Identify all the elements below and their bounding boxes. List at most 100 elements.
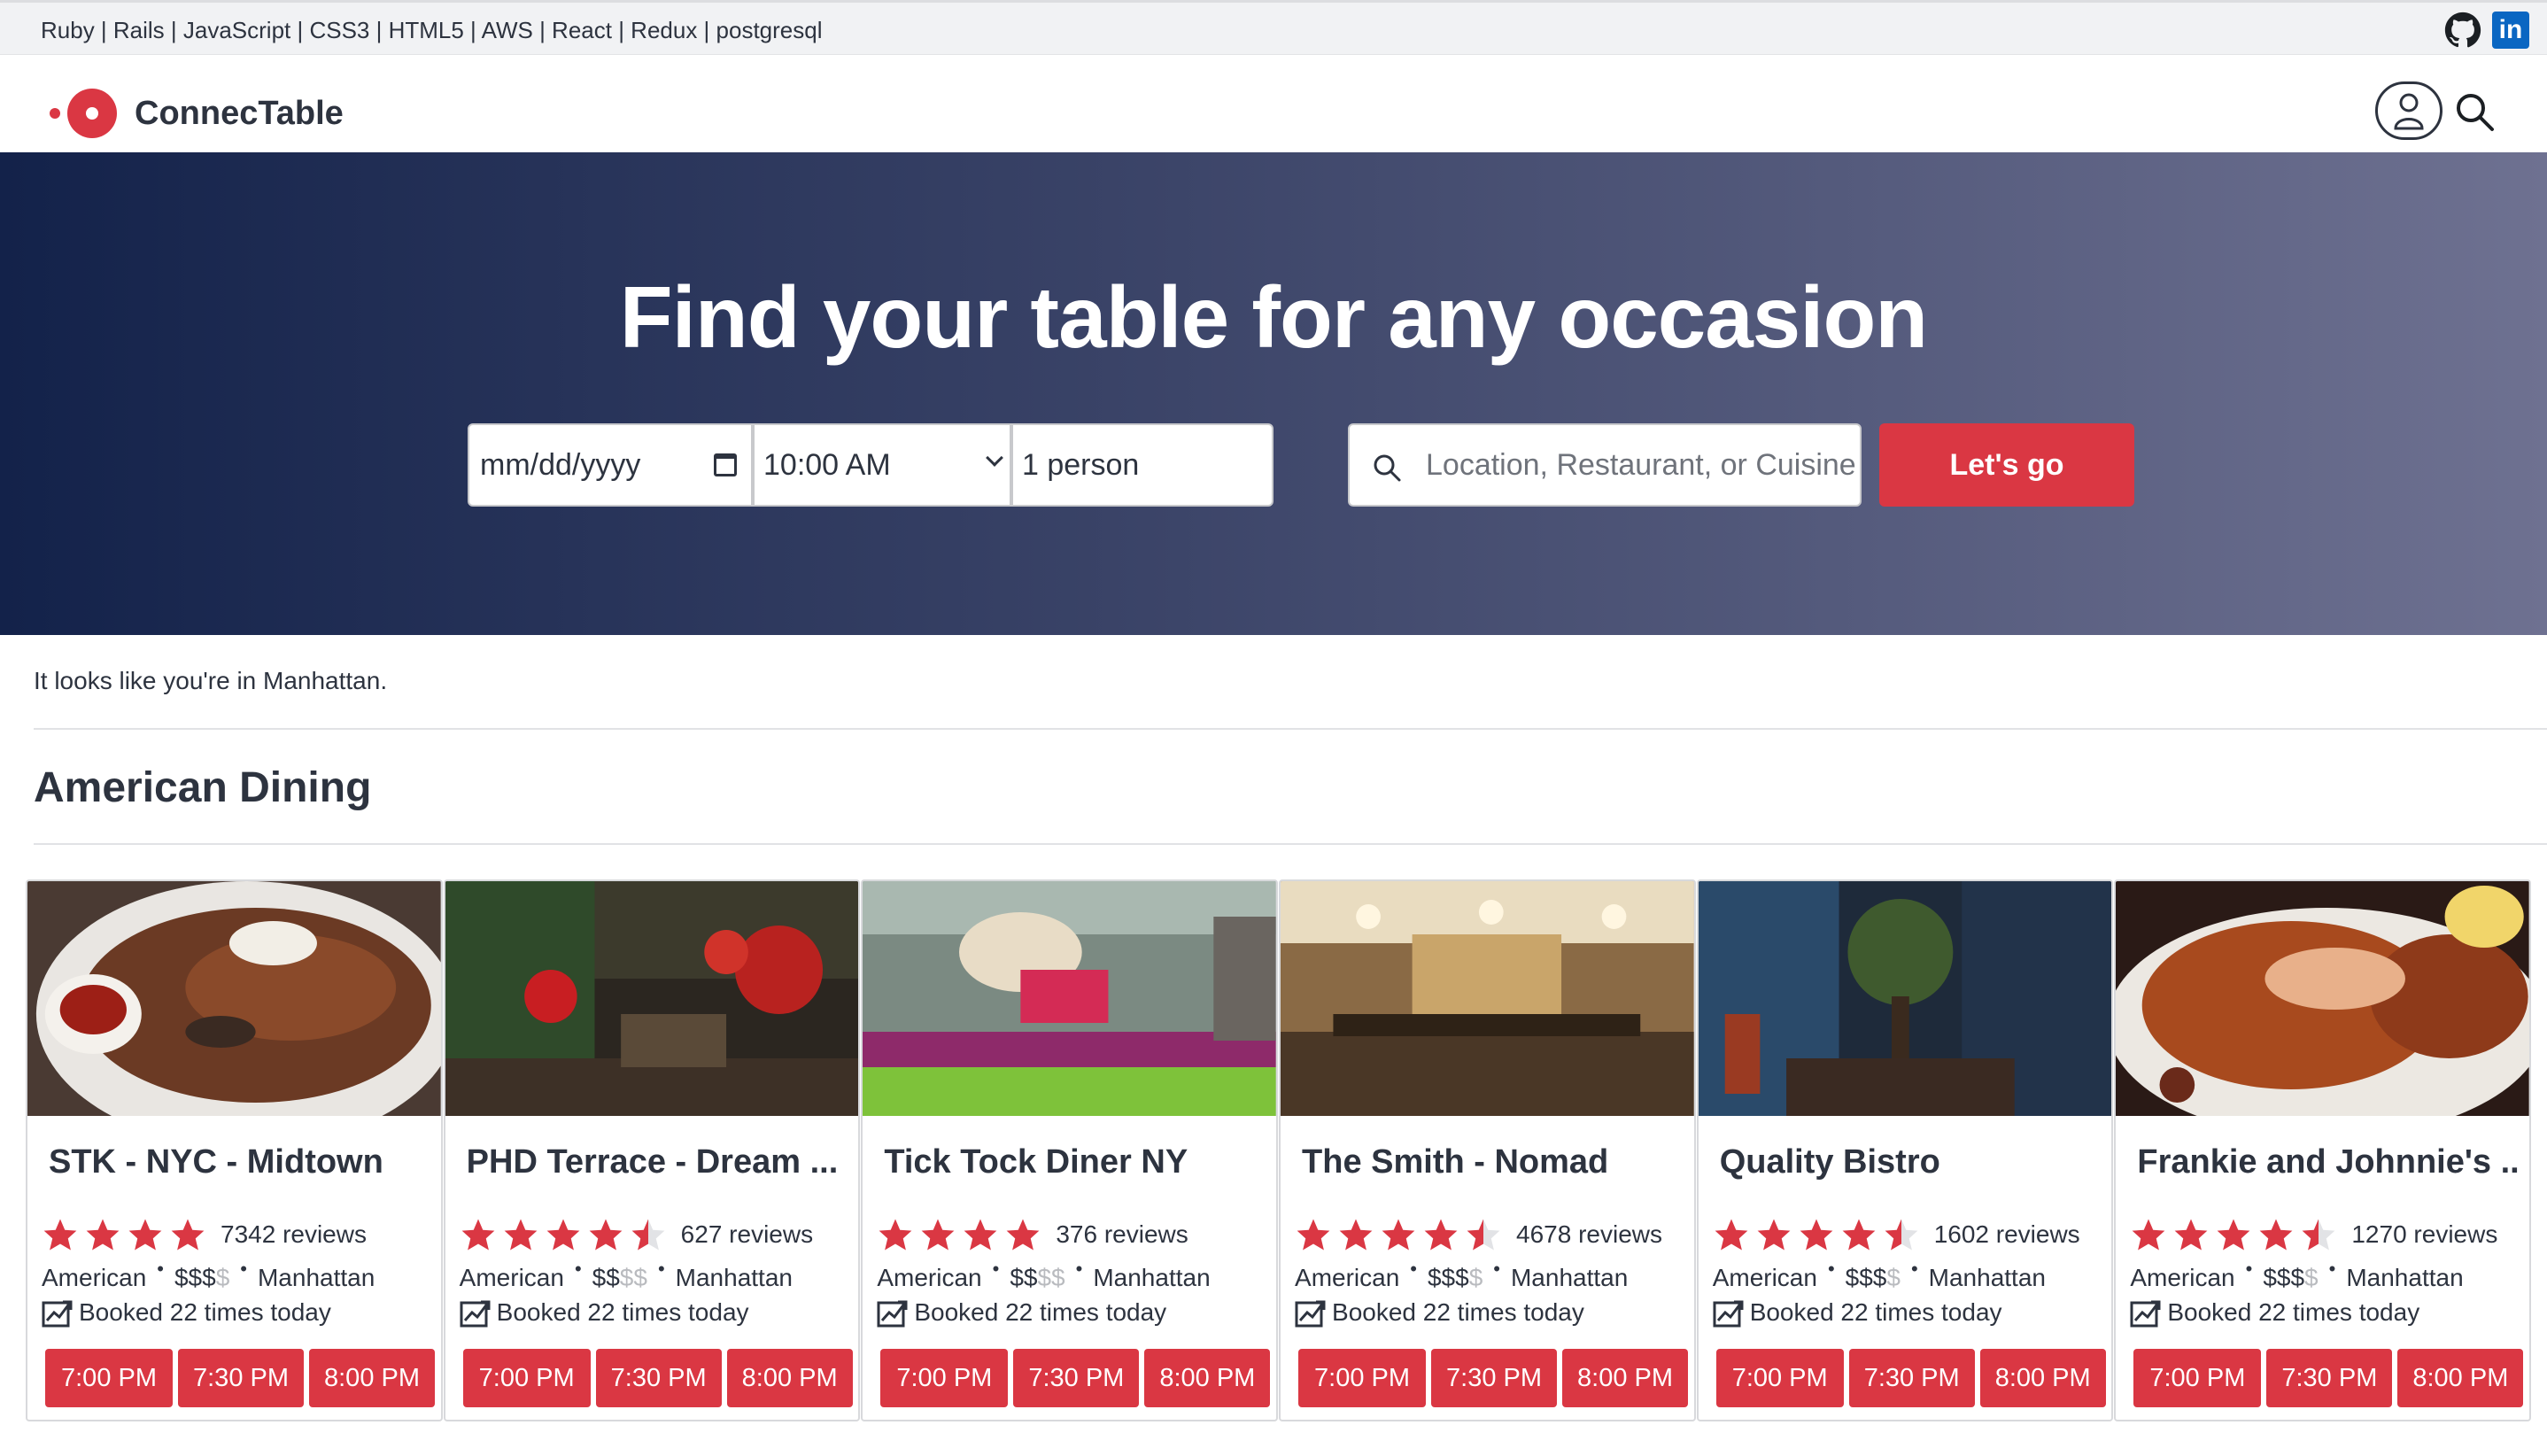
restaurant-card[interactable]: PHD Terrace - Dream ... 627 reviews Amer… [443, 879, 861, 1421]
restaurant-name[interactable]: Frankie and Johnnie's ... [2137, 1143, 2518, 1181]
date-input[interactable]: mm/dd/yyyy [468, 423, 753, 507]
review-count: 1270 reviews [2351, 1220, 2498, 1248]
separator-dot: • [240, 1258, 247, 1280]
separator-dot: • [157, 1258, 164, 1280]
time-slot-button[interactable]: 7:30 PM [2266, 1349, 2393, 1407]
star-rating [42, 1216, 206, 1253]
star-filled-icon [2217, 1219, 2250, 1251]
restaurant-photo[interactable] [27, 881, 441, 1116]
booked-text: Booked 22 times today [914, 1298, 1167, 1326]
star-filled-icon [1297, 1219, 1330, 1251]
restaurant-card[interactable]: Quality Bistro 1602 reviews American • $… [1696, 879, 2114, 1421]
restaurant-name[interactable]: The Smith - Nomad [1302, 1143, 1683, 1181]
star-filled-icon [1339, 1219, 1373, 1251]
time-slot-button[interactable]: 7:30 PM [1848, 1349, 1975, 1407]
separator-dot: • [1827, 1258, 1835, 1280]
price-range: $$$$ [1010, 1264, 1065, 1291]
user-profile-button[interactable] [2375, 81, 2442, 140]
neighborhood: Manhattan [675, 1264, 793, 1291]
price-range: $$$$ [1427, 1264, 1483, 1291]
star-half-icon [2302, 1219, 2335, 1251]
restaurant-name[interactable]: STK - NYC - Midtown [49, 1143, 430, 1181]
restaurant-photo[interactable] [2116, 881, 2530, 1116]
star-rating [2130, 1216, 2337, 1253]
restaurant-photo[interactable] [445, 881, 859, 1116]
logo[interactable]: ConnecTable [50, 89, 344, 138]
restaurant-card[interactable]: Tick Tock Diner NY 376 reviews American … [861, 879, 1279, 1421]
time-slot-button[interactable]: 7:00 PM [1298, 1349, 1427, 1407]
time-slot-button[interactable]: 8:00 PM [726, 1349, 853, 1407]
neighborhood: Manhattan [1928, 1264, 2046, 1291]
time-slot-button[interactable]: 7:00 PM [462, 1349, 591, 1407]
location-note: It looks like you're in Manhattan. [34, 667, 388, 694]
star-filled-icon [1382, 1219, 1415, 1251]
time-slot-button[interactable]: 8:00 PM [309, 1349, 435, 1407]
time-slot-button[interactable]: 7:30 PM [178, 1349, 304, 1407]
star-filled-icon [1842, 1219, 1876, 1251]
separator-dot: • [2245, 1258, 2253, 1280]
booked-count: Booked 22 times today [2130, 1297, 2419, 1328]
chevron-down-icon [986, 449, 1003, 467]
time-slots: 7:00 PM 7:30 PM 8:00 PM [880, 1349, 1271, 1407]
divider [34, 728, 2547, 730]
restaurant-name[interactable]: Quality Bistro [1720, 1143, 2101, 1181]
time-slot-button[interactable]: 7:00 PM [1715, 1349, 1844, 1407]
separator-dot: • [1075, 1258, 1083, 1280]
restaurant-photo[interactable] [863, 881, 1277, 1116]
time-slot-button[interactable]: 7:30 PM [1013, 1349, 1140, 1407]
calendar-icon[interactable] [714, 453, 737, 476]
rating-row: 627 reviews [460, 1216, 813, 1253]
neighborhood: Manhattan [1093, 1264, 1211, 1291]
price-range: $$$$ [2263, 1264, 2319, 1291]
time-slot-button[interactable]: 7:00 PM [880, 1349, 1009, 1407]
linkedin-icon[interactable]: in [2492, 12, 2529, 49]
github-icon[interactable] [2444, 12, 2481, 49]
search-placeholder: Location, Restaurant, or Cuisine [1426, 447, 1856, 482]
cuisine: American [2130, 1264, 2235, 1291]
booked-text: Booked 22 times today [2167, 1298, 2420, 1326]
star-filled-icon [879, 1219, 912, 1251]
time-slot-button[interactable]: 7:00 PM [45, 1349, 173, 1407]
trending-up-icon [460, 1300, 491, 1328]
restaurant-card[interactable]: Frankie and Johnnie's ... 1270 reviews A… [2114, 879, 2532, 1421]
time-slot-button[interactable]: 8:00 PM [1562, 1349, 1689, 1407]
restaurant-card[interactable]: The Smith - Nomad 4678 reviews American … [1279, 879, 1696, 1421]
search-icon [1374, 454, 1401, 482]
restaurant-name[interactable]: PHD Terrace - Dream ... [467, 1143, 848, 1181]
time-slots: 7:00 PM 7:30 PM 8:00 PM [462, 1349, 853, 1407]
time-slot-button[interactable]: 7:30 PM [595, 1349, 722, 1407]
search-button[interactable] [2453, 90, 2497, 135]
separator-dot: • [992, 1258, 1000, 1280]
time-select[interactable]: 10:00 AM [753, 423, 1011, 507]
star-filled-icon [964, 1219, 997, 1251]
time-slot-button[interactable]: 8:00 PM [2397, 1349, 2524, 1407]
restaurant-name[interactable]: Tick Tock Diner NY [884, 1143, 1265, 1181]
time-slot-button[interactable]: 8:00 PM [1979, 1349, 2106, 1407]
restaurant-photo[interactable] [1698, 881, 2112, 1116]
date-placeholder: mm/dd/yyyy [480, 447, 641, 482]
time-slots: 7:00 PM 7:30 PM 8:00 PM [1715, 1349, 2106, 1407]
restaurant-meta: American • $$$$ • Manhattan [1713, 1258, 2046, 1292]
brand-name: ConnecTable [135, 94, 344, 132]
tech-stack-bar: Ruby | Rails | JavaScript | CSS3 | HTML5… [0, 0, 2547, 55]
search-input[interactable]: Location, Restaurant, or Cuisine [1348, 423, 1862, 507]
cuisine: American [877, 1264, 982, 1291]
time-slot-button[interactable]: 7:00 PM [2133, 1349, 2262, 1407]
rating-row: 7342 reviews [42, 1216, 367, 1253]
party-size-select[interactable]: 1 person [1011, 423, 1274, 507]
review-count: 376 reviews [1056, 1220, 1188, 1248]
time-slot-button[interactable]: 7:30 PM [1431, 1349, 1558, 1407]
lets-go-button[interactable]: Let's go [1879, 423, 2134, 507]
cuisine: American [1295, 1264, 1400, 1291]
cuisine: American [42, 1264, 147, 1291]
section-title: American Dining [34, 764, 372, 811]
time-slot-button[interactable]: 8:00 PM [1144, 1349, 1271, 1407]
restaurant-photo[interactable] [1281, 881, 1694, 1116]
separator-dot: • [657, 1258, 665, 1280]
neighborhood: Manhattan [2346, 1264, 2464, 1291]
top-nav: ConnecTable [0, 55, 2547, 152]
restaurant-card[interactable]: STK - NYC - Midtown 7342 reviews America… [26, 879, 443, 1421]
price-range: $$$$ [592, 1264, 647, 1291]
price-range: $$$$ [1845, 1264, 1901, 1291]
booked-count: Booked 22 times today [1713, 1297, 2002, 1328]
